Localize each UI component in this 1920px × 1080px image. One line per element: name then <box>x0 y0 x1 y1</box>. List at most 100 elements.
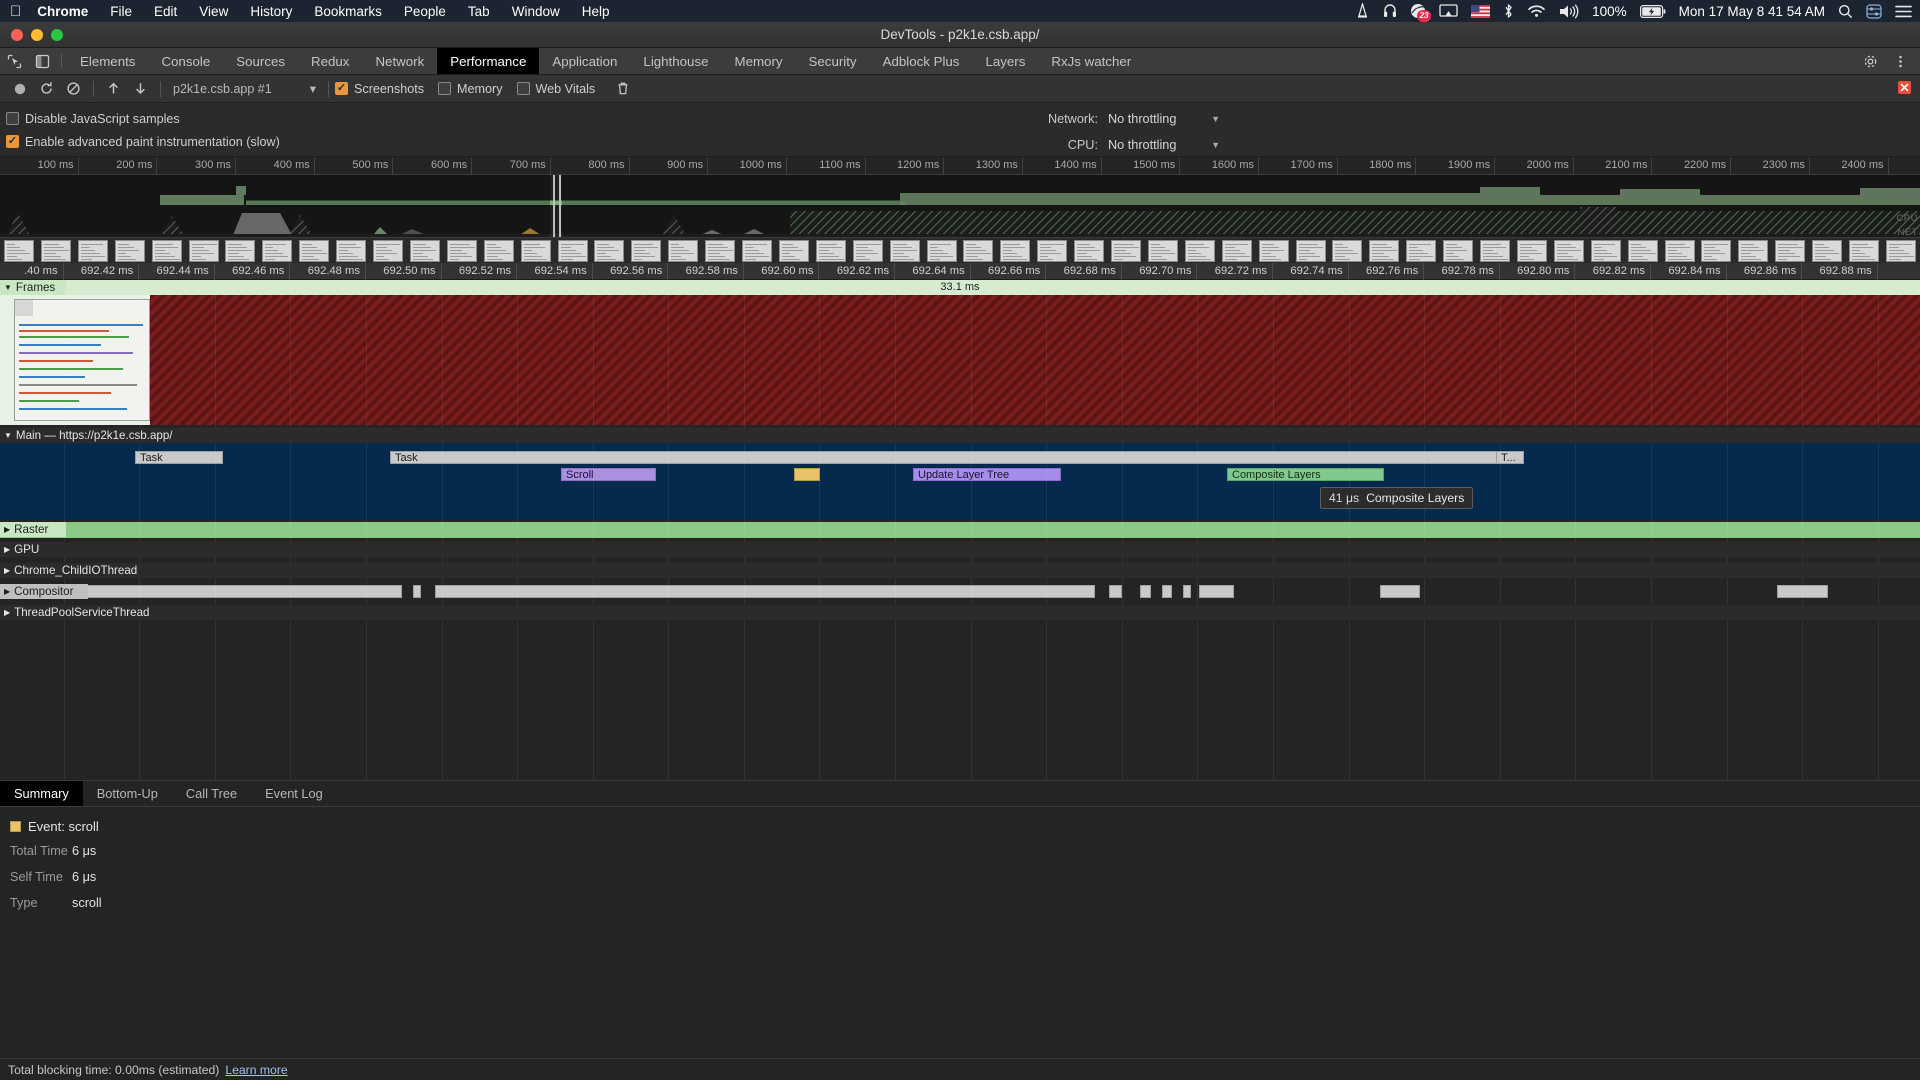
filmstrip-thumbnail[interactable] <box>1812 240 1843 262</box>
compositor-bar[interactable] <box>1162 585 1172 598</box>
load-profile-icon[interactable] <box>100 76 127 102</box>
filmstrip-thumbnail[interactable] <box>889 240 920 262</box>
filmstrip-thumbnail[interactable] <box>1553 240 1584 262</box>
filmstrip-thumbnail[interactable] <box>1000 240 1031 262</box>
more-vertical-icon[interactable] <box>1886 54 1914 69</box>
screenshots-checkbox[interactable]: Screenshots <box>335 82 424 96</box>
compositor-bar[interactable] <box>1182 585 1192 598</box>
filmstrip-thumbnail[interactable] <box>4 240 34 262</box>
tab-console[interactable]: Console <box>148 48 223 74</box>
spotlight-search-icon[interactable] <box>1838 4 1853 19</box>
flame-bar-event-scroll-selected[interactable] <box>794 468 820 481</box>
record-circle-icon[interactable] <box>6 76 33 102</box>
filmstrip-thumbnail[interactable] <box>1037 240 1068 262</box>
flame-bar-task-1[interactable]: Task <box>135 451 223 464</box>
tab-adblock-plus[interactable]: Adblock Plus <box>870 48 973 74</box>
flame-bar-update-layer-tree[interactable]: Update Layer Tree <box>913 468 1061 481</box>
filmstrip-thumbnail[interactable] <box>1443 240 1474 262</box>
profile-select[interactable]: p2k1e.csb.app #1 ▾ <box>167 79 322 99</box>
filmstrip-thumbnail[interactable] <box>1627 240 1658 262</box>
filmstrip[interactable] <box>0 237 1920 263</box>
menu-item-file[interactable]: File <box>110 4 132 19</box>
filmstrip-thumbnail[interactable] <box>446 240 477 262</box>
overview-ruler[interactable]: 100 ms 200 ms 300 ms 400 ms 500 ms 600 ms 700 … <box>0 157 1920 175</box>
filmstrip-thumbnail[interactable] <box>742 240 772 262</box>
filmstrip-thumbnail[interactable] <box>114 240 145 262</box>
filmstrip-thumbnail[interactable] <box>557 240 588 262</box>
filmstrip-thumbnail[interactable] <box>1147 240 1178 262</box>
filmstrip-thumbnail[interactable] <box>1849 240 1879 262</box>
filmstrip-thumbnail[interactable] <box>299 240 330 262</box>
trash-icon[interactable] <box>609 76 636 102</box>
overview-dim-left[interactable] <box>0 175 550 237</box>
main-thread-band[interactable]: Task Task Scroll Update Layer Tree Compo… <box>0 443 1920 520</box>
filmstrip-thumbnail[interactable] <box>336 240 367 262</box>
filmstrip-thumbnail[interactable] <box>483 240 514 262</box>
tab-call-tree[interactable]: Call Tree <box>172 781 251 806</box>
filmstrip-thumbnail[interactable] <box>1664 240 1695 262</box>
track-header-child-io-thread[interactable]: ▶ Chrome_ChildIOThread <box>0 563 1920 578</box>
compositor-band[interactable] <box>0 580 1920 602</box>
filmstrip-thumbnail[interactable] <box>262 240 293 262</box>
filmstrip-thumbnail[interactable] <box>1516 240 1547 262</box>
filmstrip-thumbnail[interactable] <box>1111 240 1141 262</box>
menu-item-help[interactable]: Help <box>582 4 610 19</box>
tab-lighthouse[interactable]: Lighthouse <box>630 48 721 74</box>
filmstrip-thumbnail[interactable] <box>1406 240 1437 262</box>
track-header-gpu[interactable]: ▶ GPU <box>0 542 1920 557</box>
flamechart-tracks[interactable]: ▼ Frames 33.1 ms ▼ Main — https://p2k1e.… <box>0 280 1920 780</box>
headphones-icon[interactable] <box>1383 3 1397 19</box>
gear-icon[interactable] <box>1856 54 1884 69</box>
tab-network[interactable]: Network <box>362 48 437 74</box>
compositor-bar[interactable] <box>1198 585 1235 598</box>
track-header-threadpool[interactable]: ▶ ThreadPoolServiceThread <box>0 605 1920 620</box>
wifi-icon[interactable] <box>1527 4 1546 18</box>
filmstrip-thumbnail[interactable] <box>1701 240 1732 262</box>
tab-event-log[interactable]: Event Log <box>251 781 337 806</box>
menu-item-people[interactable]: People <box>404 4 446 19</box>
notification-icon[interactable]: 23 <box>1410 3 1432 22</box>
filmstrip-thumbnail[interactable] <box>373 240 403 262</box>
advanced-paint-checkbox[interactable]: Enable advanced paint instrumentation (s… <box>6 135 280 149</box>
filmstrip-thumbnail[interactable] <box>1295 240 1326 262</box>
menu-list-icon[interactable] <box>1895 5 1912 18</box>
us-flag-icon[interactable] <box>1471 4 1491 18</box>
detail-timeline-ruler[interactable]: .40 ms 692.42 ms 692.44 ms 692.46 ms 692.48 … <box>0 263 1920 280</box>
overview-selection-right-handle[interactable] <box>559 175 561 237</box>
compositor-bar[interactable] <box>434 585 1095 598</box>
tab-sources[interactable]: Sources <box>223 48 298 74</box>
reload-record-icon[interactable] <box>33 76 60 102</box>
airplay-icon[interactable] <box>1439 3 1458 19</box>
track-header-compositor[interactable]: ▶ Compositor <box>0 584 88 599</box>
control-center-icon[interactable] <box>1866 3 1882 19</box>
filmstrip-thumbnail[interactable] <box>778 240 809 262</box>
tab-application[interactable]: Application <box>539 48 630 74</box>
filmstrip-thumbnail[interactable] <box>188 240 219 262</box>
menu-item-bookmarks[interactable]: Bookmarks <box>314 4 382 19</box>
flame-bar-composite-layers[interactable]: Composite Layers <box>1227 468 1384 481</box>
filmstrip-thumbnail[interactable] <box>520 240 551 262</box>
tab-performance[interactable]: Performance <box>437 48 540 74</box>
filmstrip-thumbnail[interactable] <box>1074 240 1105 262</box>
menu-item-view[interactable]: View <box>199 4 228 19</box>
filmstrip-thumbnail[interactable] <box>151 240 182 262</box>
tab-rxjs-watcher[interactable]: RxJs watcher <box>1038 48 1144 74</box>
bluetooth-icon[interactable] <box>1503 3 1514 19</box>
web-vitals-checkbox[interactable]: Web Vitals <box>516 82 595 96</box>
cpu-throttling-select[interactable]: No throttling ▼ <box>1108 138 1220 152</box>
filmstrip-thumbnail[interactable] <box>668 240 699 262</box>
apple-icon[interactable]:  <box>10 4 21 19</box>
flame-bar-scroll[interactable]: Scroll <box>561 468 656 481</box>
tab-memory[interactable]: Memory <box>722 48 796 74</box>
overview-graphs[interactable]: FPS CPU NET <box>0 175 1920 237</box>
filmstrip-thumbnail[interactable] <box>1885 240 1916 262</box>
flame-bar-task-2[interactable]: Task <box>390 451 1509 464</box>
filmstrip-thumbnail[interactable] <box>1480 240 1510 262</box>
compositor-bar[interactable] <box>1380 585 1421 598</box>
filmstrip-thumbnail[interactable] <box>815 240 846 262</box>
overview-selection-left-handle[interactable] <box>553 175 555 237</box>
tab-redux[interactable]: Redux <box>298 48 362 74</box>
tab-layers[interactable]: Layers <box>972 48 1038 74</box>
volume-icon[interactable] <box>1559 4 1579 19</box>
toggle-device-toolbar-icon[interactable] <box>28 48 56 74</box>
